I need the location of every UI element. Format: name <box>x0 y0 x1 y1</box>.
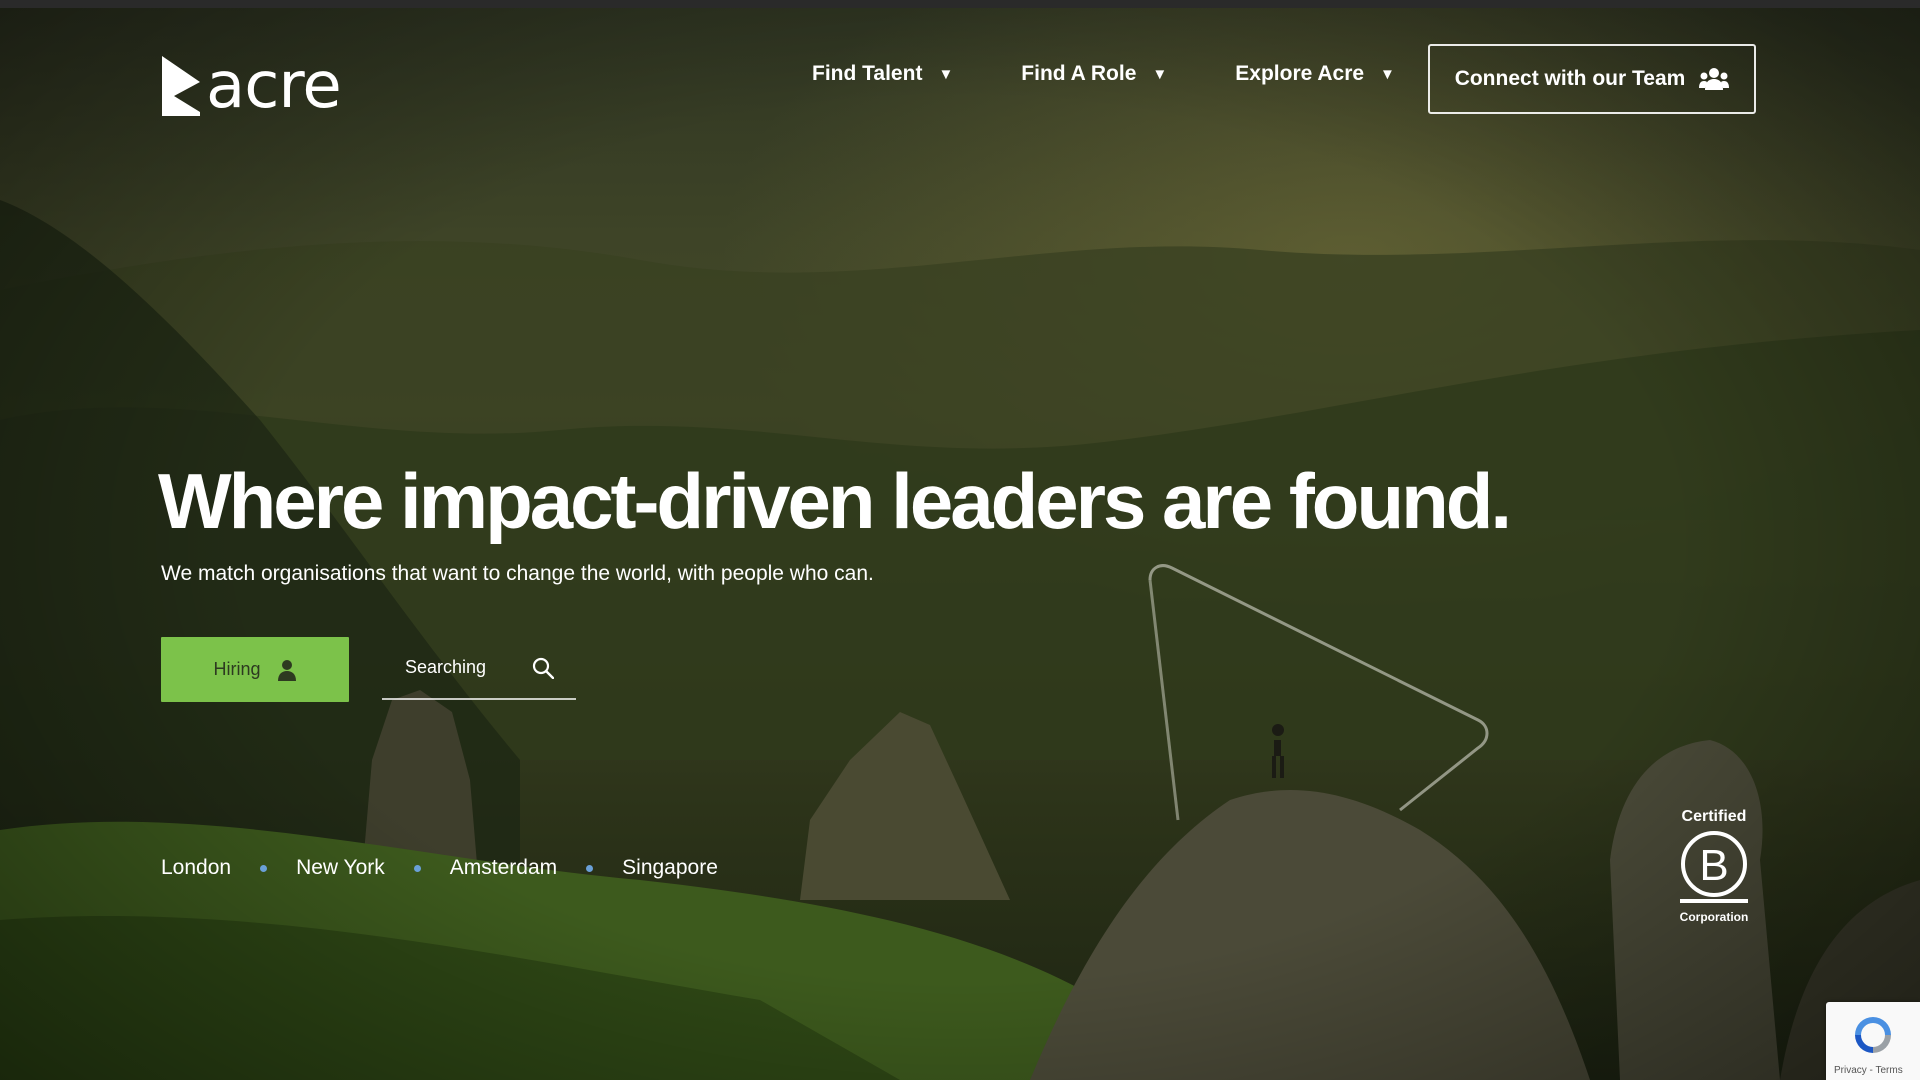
team-icon <box>1699 67 1730 91</box>
hiring-label: Hiring <box>213 659 261 679</box>
office-locations: London New York Amsterdam Singapore <box>161 856 718 880</box>
nav-find-a-role-label: Find A Role <box>1021 62 1137 85</box>
location-separator-dot <box>413 864 421 872</box>
browser-top-strip <box>0 0 1920 8</box>
caret-down-icon: ▼ <box>1380 65 1395 83</box>
b-corp-badge: Certified B Corporation <box>1669 808 1759 924</box>
connect-with-team-button[interactable]: Connect with our Team <box>1428 44 1756 114</box>
main-nav: Find Talent ▼ Find A Role ▼ Explore Acre… <box>812 62 1463 86</box>
caret-down-icon: ▼ <box>938 65 954 83</box>
nav-explore-acre[interactable]: Explore Acre ▼ <box>1235 62 1395 86</box>
recaptcha-badge[interactable]: Privacy - Terms <box>1826 1002 1920 1080</box>
location-separator-dot <box>586 864 594 872</box>
nav-find-talent-label: Find Talent <box>812 62 923 85</box>
acre-logo[interactable]: acre <box>160 44 342 123</box>
recaptcha-privacy-terms[interactable]: Privacy - Terms <box>1834 1065 1903 1076</box>
nav-explore-acre-label: Explore Acre <box>1235 62 1365 85</box>
hero-headline: Where impact-driven leaders are found. <box>158 457 1512 545</box>
b-corp-letter: B <box>1699 841 1728 890</box>
b-corp-logo-icon: B <box>1677 830 1751 904</box>
search-input[interactable]: Searching <box>382 637 576 700</box>
search-icon[interactable] <box>532 657 554 679</box>
recaptcha-icon <box>1852 1014 1894 1060</box>
location-singapore: Singapore <box>622 856 718 879</box>
location-london: London <box>161 856 232 879</box>
hiring-button[interactable]: Hiring <box>161 637 349 702</box>
search-placeholder: Searching <box>405 657 487 677</box>
b-corp-corporation-text: Corporation <box>1679 910 1749 924</box>
location-amsterdam: Amsterdam <box>449 856 558 879</box>
nav-find-a-role[interactable]: Find A Role ▼ <box>1021 62 1167 86</box>
nav-find-talent[interactable]: Find Talent ▼ <box>812 62 953 86</box>
caret-down-icon: ▼ <box>1152 65 1168 83</box>
location-separator-dot <box>260 864 268 872</box>
location-new-york: New York <box>296 856 385 879</box>
logo-wordmark: acre <box>206 49 342 123</box>
page: acre Find Talent ▼ Find A Role ▼ Explore… <box>0 0 1920 1080</box>
hero-subheadline: We match organisations that want to chan… <box>161 562 874 585</box>
person-icon <box>277 659 297 681</box>
b-corp-certified-text: Certified <box>1681 808 1747 825</box>
connect-with-team-label: Connect with our Team <box>1454 67 1686 90</box>
logo-play-icon <box>160 54 202 118</box>
